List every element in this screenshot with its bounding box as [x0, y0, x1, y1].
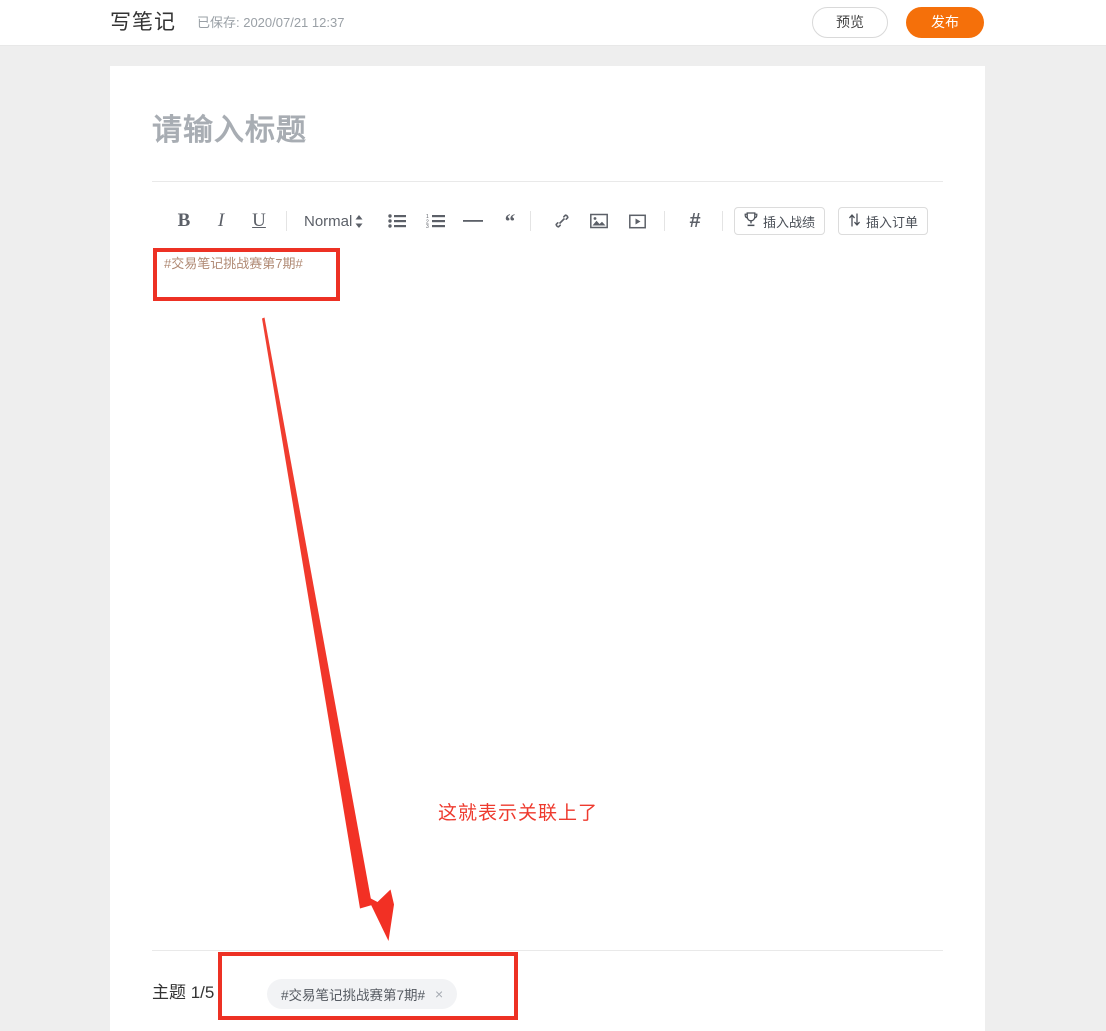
insert-order-label: 插入订单 [866, 214, 919, 230]
italic-button[interactable]: I [209, 201, 233, 241]
toolbar-separator [722, 211, 723, 231]
topic-tag-chip[interactable]: #交易笔记挑战赛第7期# × [267, 979, 458, 1009]
horizontal-rule-icon [463, 220, 483, 222]
numbered-list-button[interactable]: 1 2 3 [422, 201, 448, 241]
page-title: 写笔记 [110, 11, 176, 34]
numbered-list-icon: 1 2 3 [426, 214, 445, 228]
toolbar-separator [530, 211, 531, 231]
underline-button[interactable]: U [247, 201, 271, 241]
app-header: 写笔记 已保存: 2020/07/21 12:37 预览 发布 [0, 0, 1106, 46]
topic-tag-label: #交易笔记挑战赛第7期# [281, 988, 426, 1003]
link-icon [555, 214, 569, 228]
svg-text:3: 3 [426, 224, 429, 228]
note-editor-card: 请输入标题 B I U Normal 1 2 3 “ # 插入战绩 插入订单 #… [110, 66, 985, 1031]
link-button[interactable] [549, 201, 575, 241]
trophy-icon [744, 212, 758, 230]
chevron-updown-icon [355, 214, 363, 228]
video-button[interactable] [624, 201, 650, 241]
blockquote-button[interactable]: “ [497, 201, 523, 241]
format-select-value: Normal [304, 212, 353, 230]
insert-score-label: 插入战绩 [763, 214, 816, 230]
bullet-list-button[interactable] [384, 201, 410, 241]
image-button[interactable] [586, 201, 612, 241]
image-icon [590, 213, 608, 229]
insert-score-button[interactable]: 插入战绩 [734, 207, 826, 235]
hashtag-button[interactable]: # [682, 201, 708, 241]
footer-divider [152, 950, 943, 951]
annotation-callout-text: 这就表示关联上了 [438, 803, 599, 824]
editor-content-area[interactable]: #交易笔记挑战赛第7期# [152, 244, 943, 944]
toolbar-separator [286, 211, 287, 231]
toolbar-separator [664, 211, 665, 231]
close-icon[interactable]: × [435, 987, 443, 1001]
bullet-list-icon [388, 214, 406, 228]
title-input[interactable]: 请输入标题 [152, 110, 307, 152]
topic-counter: 主题 1/5 [152, 983, 215, 1002]
updown-arrows-icon [848, 212, 861, 230]
insert-order-button[interactable]: 插入订单 [838, 207, 929, 235]
editor-toolbar: B I U Normal 1 2 3 “ # 插入战绩 插入订单 [152, 201, 952, 241]
publish-button[interactable]: 发布 [906, 7, 984, 38]
title-divider [152, 181, 943, 182]
format-select[interactable]: Normal [304, 201, 363, 241]
saved-status: 已保存: 2020/07/21 12:37 [197, 15, 345, 30]
preview-button[interactable]: 预览 [812, 7, 888, 38]
bold-button[interactable]: B [172, 201, 196, 241]
horizontal-rule-button[interactable] [460, 201, 486, 241]
editor-hashtag-text: #交易笔记挑战赛第7期# [164, 256, 303, 271]
video-icon [628, 214, 646, 228]
